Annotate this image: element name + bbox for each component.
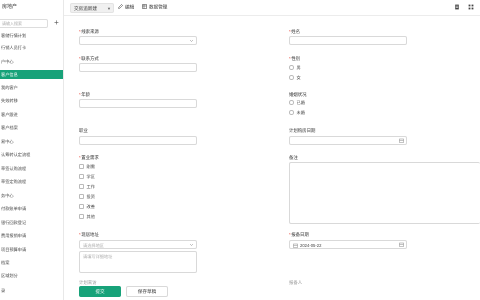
purchase-date-label: 计划购房日期 <box>289 128 316 133</box>
chevron-down-icon <box>189 39 194 42</box>
sidebar-group-header[interactable]: 务中心 <box>0 191 63 200</box>
edit-button[interactable]: 编辑 <box>118 4 134 11</box>
sidebar-search-input[interactable]: 请输入搜索 <box>0 19 48 28</box>
demand-option[interactable]: 其他 <box>79 214 95 220</box>
sidebar-item[interactable]: 客户档案 <box>0 123 63 132</box>
radio-button[interactable] <box>289 100 294 105</box>
sidebar-search-row: 请输入搜索 + <box>0 19 63 29</box>
sidebar-item[interactable]: 认筹转认定流程 <box>0 150 63 159</box>
sidebar-item[interactable]: 客储行情计划 <box>0 31 63 40</box>
job-input[interactable] <box>79 136 197 145</box>
contact-label: *联系方式 <box>79 56 99 61</box>
marital-label: 婚姻状况 <box>289 92 307 97</box>
form-tab-dropdown[interactable]: 交房追新建 ▼ <box>70 3 114 13</box>
marital-option-married[interactable]: 已婚 <box>289 100 305 106</box>
marital-option-single[interactable]: 未婚 <box>289 110 305 116</box>
age-input[interactable] <box>79 99 197 108</box>
chevron-down-icon <box>189 243 194 246</box>
form-tab-label: 交房追新建 <box>74 6 97 11</box>
radio-button[interactable] <box>289 65 294 70</box>
sidebar-item[interactable]: 付款账单申请 <box>0 204 63 213</box>
remark-label: 备注 <box>289 155 298 160</box>
checkbox[interactable] <box>79 194 84 199</box>
grid-icon[interactable] <box>468 4 474 10</box>
sidebar-group-header[interactable]: 户中心 <box>0 57 63 66</box>
submit-button[interactable]: 提交 <box>79 286 121 297</box>
address-detail-textarea[interactable]: 请填写详细地址 <box>79 251 197 273</box>
sidebar: 房地产 请输入搜索 + 客储行情计划 行销人员打卡 户中心 客户信息 我的客户 … <box>0 0 64 300</box>
sidebar-item[interactable]: 费用报销申请 <box>0 231 63 240</box>
calendar-icon <box>293 243 298 248</box>
calendar-icon <box>399 242 404 247</box>
chevron-down-icon: ▼ <box>107 6 111 11</box>
source-label: *线索来源 <box>79 29 99 34</box>
top-toolbar: 交房追新建 ▼ 编辑 数据管理 <box>64 0 480 16</box>
checkbox[interactable] <box>79 204 84 209</box>
checkbox[interactable] <box>79 214 84 219</box>
name-label: *姓名 <box>289 29 301 34</box>
sidebar-item[interactable]: 草签认购流程 <box>0 164 63 173</box>
sidebar-item-active[interactable]: 客户信息 <box>0 70 63 79</box>
sidebar-item[interactable]: 区域划分 <box>0 271 63 280</box>
brand-title: 房地产 <box>2 4 18 10</box>
register-date-label: *报备日期 <box>289 232 309 237</box>
demand-option[interactable]: 工作 <box>79 184 95 190</box>
data-management-label: 数据管理 <box>149 4 168 10</box>
demand-label: *置业需求 <box>79 155 99 160</box>
sidebar-item[interactable]: 项目预算申请 <box>0 245 63 254</box>
registrant-label: 报备人 <box>289 280 303 285</box>
sidebar-item[interactable]: 行销人员打卡 <box>0 43 63 52</box>
radio-button[interactable] <box>289 75 294 80</box>
age-label: *年龄 <box>79 92 91 97</box>
sidebar-item[interactable]: 草签定购流程 <box>0 177 63 186</box>
document-icon[interactable] <box>454 4 460 10</box>
table-icon <box>142 4 147 9</box>
sidebar-item[interactable]: 我的客户 <box>0 83 63 92</box>
checkbox[interactable] <box>79 164 84 169</box>
gender-option-male[interactable]: 男 <box>289 65 301 71</box>
contact-input[interactable] <box>79 63 197 72</box>
data-management-button[interactable]: 数据管理 <box>142 4 167 11</box>
checkbox[interactable] <box>79 184 84 189</box>
calendar-icon <box>399 138 404 143</box>
sidebar-group-header[interactable]: 录 <box>0 286 63 295</box>
sidebar-item[interactable]: 失效转移 <box>0 96 63 105</box>
pencil-icon <box>118 4 123 9</box>
remark-textarea[interactable] <box>289 162 480 224</box>
sidebar-item[interactable]: 银行回款登记 <box>0 218 63 227</box>
purchase-date-input[interactable] <box>289 136 407 145</box>
demand-option[interactable]: 刚需 <box>79 164 95 170</box>
edit-label: 编辑 <box>125 4 135 10</box>
demand-option[interactable]: 改善 <box>79 204 95 210</box>
save-draft-button[interactable]: 保存草稿 <box>126 286 168 297</box>
job-label: 职业 <box>79 128 88 133</box>
source-select[interactable] <box>79 36 197 45</box>
add-button[interactable]: + <box>52 19 61 28</box>
sidebar-group-header[interactable]: 易中心 <box>0 137 63 146</box>
checkbox[interactable] <box>79 174 84 179</box>
address-region-select[interactable]: 请选择地区 <box>79 240 197 249</box>
name-input[interactable] <box>289 36 407 45</box>
radio-button[interactable] <box>289 110 294 115</box>
gender-label: *性别 <box>289 56 301 61</box>
demand-option[interactable]: 学区 <box>79 174 95 180</box>
address-label: *现居地址 <box>79 232 99 237</box>
gender-option-female[interactable]: 女 <box>289 75 301 81</box>
register-date-input[interactable]: 2024-05-22 <box>289 240 407 249</box>
demand-option[interactable]: 投资 <box>79 194 95 200</box>
sidebar-group-header[interactable]: 档案 <box>0 258 63 267</box>
sidebar-item[interactable]: 客户跟进 <box>0 110 63 119</box>
